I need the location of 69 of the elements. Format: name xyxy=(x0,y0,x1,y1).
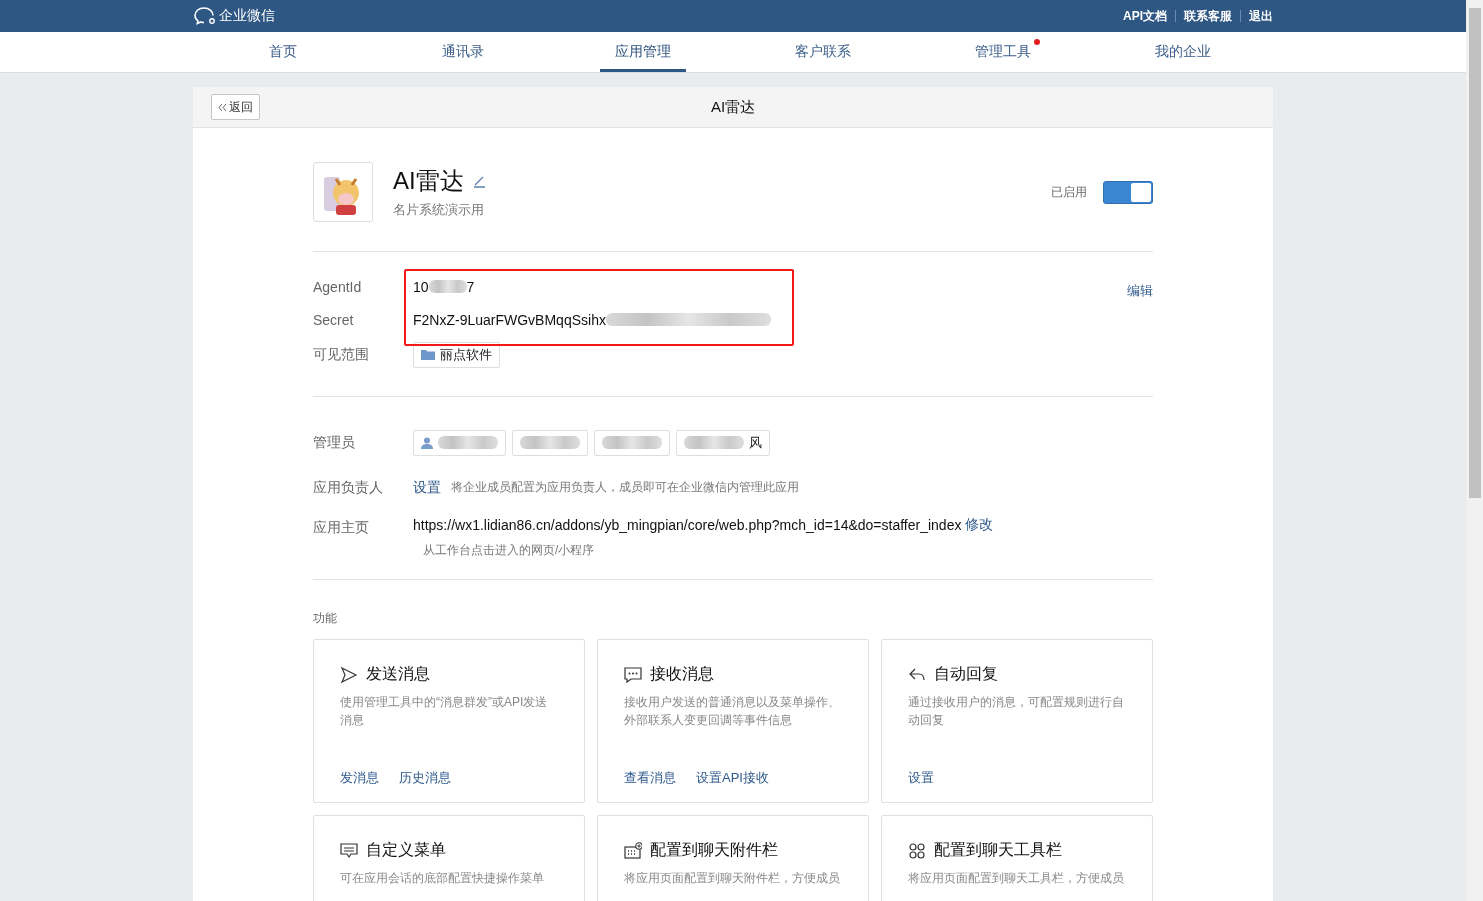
chat-bubble-icon xyxy=(624,665,642,684)
redacted-block xyxy=(428,280,467,293)
redacted-block xyxy=(438,436,498,449)
nav-tab[interactable]: 应用管理 xyxy=(600,32,686,72)
field-label: AgentId xyxy=(313,278,363,295)
feature-link[interactable]: 历史消息 xyxy=(399,769,451,787)
feature-title: 配置到聊天附件栏 xyxy=(650,840,778,860)
feature-title: 配置到聊天工具栏 xyxy=(934,840,1062,860)
feature-title: 接收消息 xyxy=(650,664,714,684)
field-label: 应用负责人 xyxy=(313,478,384,497)
feature-link[interactable]: 设置API接收 xyxy=(696,769,769,787)
chat-bubble-icon xyxy=(193,6,217,26)
feature-description: 将应用页面配置到聊天工具栏，方便成员 xyxy=(908,870,1125,887)
nav-tab[interactable]: 管理工具 xyxy=(960,32,1046,72)
notification-dot xyxy=(1034,39,1040,45)
homepage-url: https://wx1.lidian86.cn/addons/yb_mingpian/core/web.php?mch_id=14&do=staffer_index xyxy=(413,517,962,533)
scrollbar-thumb[interactable] xyxy=(1468,8,1481,498)
feature-link[interactable]: 发消息 xyxy=(340,769,379,787)
set-owner-link[interactable]: 设置 xyxy=(413,478,441,497)
nav-tab[interactable]: 通讯录 xyxy=(427,32,499,72)
nav-tab[interactable]: 首页 xyxy=(254,32,312,72)
top-link[interactable]: 联系客服 xyxy=(1184,7,1232,25)
app-description: 名片系统演示用 xyxy=(393,201,485,219)
redacted-block xyxy=(684,436,744,449)
field-label: 应用主页 xyxy=(313,518,370,537)
status-label: 已启用 xyxy=(1051,183,1087,201)
feature-description: 接收用户发送的普通消息以及菜单操作、外部联系人变更回调等事件信息 xyxy=(624,694,841,729)
double-chevron-icon xyxy=(218,102,227,112)
keyboard-plus-icon xyxy=(624,841,642,860)
field-label: 管理员 xyxy=(313,433,356,452)
feature-description: 可在应用会话的底部配置快捷操作菜单 xyxy=(340,870,545,887)
feature-link[interactable]: 设置 xyxy=(908,769,934,787)
four-circles-icon xyxy=(908,841,926,860)
section-title: 功能 xyxy=(313,610,338,627)
modify-link[interactable]: 修改 xyxy=(965,516,994,534)
homepage-hint: 从工作台点击进入的网页/小程序 xyxy=(423,542,596,559)
scrollbar[interactable] xyxy=(1466,0,1483,901)
field-label: Secret xyxy=(313,311,355,328)
owner-hint: 将企业成员配置为应用负责人，成员即可在企业微信内管理此应用 xyxy=(451,479,799,496)
agent-id-end: 7 xyxy=(466,278,475,295)
top-link[interactable]: API文档 xyxy=(1123,7,1167,25)
feature-description: 将应用页面配置到聊天附件栏，方便成员 xyxy=(624,870,841,887)
page-title: AI雷达 xyxy=(710,97,756,117)
nav-tab[interactable]: 客户联系 xyxy=(780,32,866,72)
feature-description: 通过接收用户的消息，可配置规则进行自动回复 xyxy=(908,694,1125,729)
field-label: 可见范围 xyxy=(313,345,370,364)
feature-title: 发送消息 xyxy=(366,664,430,684)
enable-switch[interactable] xyxy=(1103,180,1153,204)
nav-tab[interactable]: 我的企业 xyxy=(1140,32,1226,72)
feature-link[interactable]: 查看消息 xyxy=(624,769,676,787)
menu-bubble-icon xyxy=(340,841,358,860)
back-button[interactable]: 返回 xyxy=(211,94,260,120)
top-link[interactable]: 退出 xyxy=(1249,7,1273,25)
paper-plane-icon xyxy=(340,665,358,684)
folder-icon xyxy=(421,349,435,360)
person-icon xyxy=(421,436,433,449)
redacted-block xyxy=(520,436,580,449)
department-tag: 丽点软件 xyxy=(413,341,500,368)
logo-text: 企业微信 xyxy=(219,7,275,25)
app-name: AI雷达 xyxy=(393,166,464,196)
agent-id-start: 10 xyxy=(413,278,429,295)
feature-title: 自动回复 xyxy=(934,664,998,684)
admin-name: 风 xyxy=(749,433,762,452)
secret-value: F2NxZ-9LuarFWGvBMqqSsihx xyxy=(413,311,606,328)
feature-description: 使用管理工具中的“消息群发”或API发送消息 xyxy=(340,694,549,729)
pencil-icon xyxy=(471,174,486,188)
feature-title: 自定义菜单 xyxy=(366,840,446,860)
edit-link[interactable]: 编辑 xyxy=(1127,270,1153,336)
redacted-block xyxy=(602,436,662,449)
